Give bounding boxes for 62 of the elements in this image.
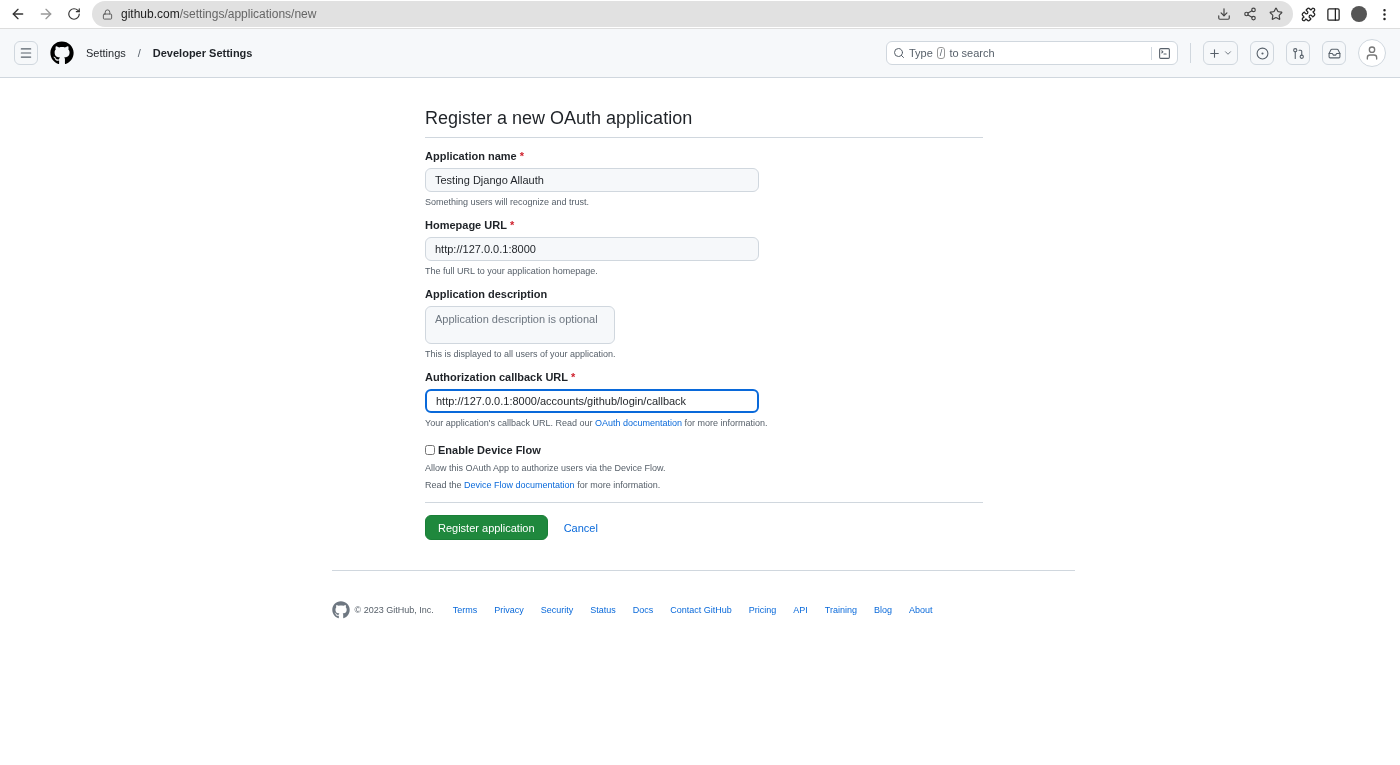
pull-request-icon <box>1291 46 1305 60</box>
profile-avatar[interactable] <box>1351 6 1367 22</box>
create-button[interactable] <box>1203 41 1238 65</box>
field-label: Application description <box>425 288 549 300</box>
footer-link[interactable]: Status <box>590 605 616 615</box>
puzzle-icon[interactable] <box>1301 6 1316 22</box>
footer-link[interactable]: Docs <box>632 605 654 615</box>
breadcrumb-separator: / <box>137 47 141 59</box>
page-title: Register a new OAuth application <box>425 108 983 138</box>
search-field[interactable]: Type / to search <box>886 41 1178 65</box>
side-panel-icon[interactable] <box>1326 6 1341 22</box>
circle-dot-icon <box>1255 46 1269 60</box>
field-hint: The full URL to your application homepage. <box>425 266 599 276</box>
logo-icon[interactable] <box>50 41 74 65</box>
address-bar[interactable]: github.com/settings/applications/new <box>92 1 1293 27</box>
menu-button[interactable] <box>14 41 38 65</box>
field-label: Application name * <box>425 150 525 162</box>
breadcrumb-link[interactable]: Developer Settings <box>152 47 253 59</box>
device-flow-checkbox[interactable] <box>425 445 435 455</box>
copyright-text: © 2023 GitHub, Inc. <box>354 605 434 615</box>
footer-link[interactable]: Contact GitHub <box>670 605 732 615</box>
lock-icon <box>102 8 113 20</box>
footer-link[interactable]: Security <box>540 605 574 615</box>
footer-link[interactable]: Terms <box>452 605 478 615</box>
footer-link[interactable]: Privacy <box>494 605 524 615</box>
field-hint: Something users will recognize and trust. <box>425 197 591 207</box>
help-text: Allow this OAuth App to authorize users via the Device Flow. <box>425 463 667 473</box>
documentation-link[interactable]: OAuth documentation <box>595 418 683 428</box>
footer-link[interactable]: Training <box>824 605 857 615</box>
text-field[interactable]: http://127.0.0.1:8000 <box>425 237 759 261</box>
footer-link[interactable]: Blog <box>874 605 892 615</box>
breadcrumb-link[interactable]: Settings <box>86 47 126 59</box>
field-hint: This is displayed to all users of your application. <box>425 349 617 359</box>
field-label: Authorization callback URL * <box>425 371 577 383</box>
menu-icon <box>19 46 33 60</box>
footer-link[interactable]: API <box>793 605 808 615</box>
logo-icon <box>331 601 350 619</box>
search-icon <box>893 47 905 59</box>
documentation-link[interactable]: Device Flow documentation <box>464 480 575 490</box>
description-field[interactable]: Application description is optional <box>425 306 615 344</box>
caret-icon <box>1223 48 1233 58</box>
checkbox-label[interactable]: Enable Device Flow <box>438 444 541 456</box>
text-field[interactable]: http://127.0.0.1:8000/accounts/github/login/callback <box>425 389 759 413</box>
star-icon[interactable] <box>1269 7 1283 21</box>
inbox-icon <box>1327 46 1341 60</box>
footer-link[interactable]: Pricing <box>748 605 777 615</box>
help-text: Read the Device Flow documentation for more information. <box>425 480 662 490</box>
pull-requests-button[interactable] <box>1286 41 1310 65</box>
inbox-button[interactable] <box>1322 41 1346 65</box>
user-avatar[interactable] <box>1358 39 1386 67</box>
terminal-icon[interactable] <box>1158 46 1171 60</box>
text-field[interactable]: Testing Django Allauth <box>425 168 759 192</box>
download-icon[interactable] <box>1217 7 1231 21</box>
share-icon[interactable] <box>1243 7 1257 21</box>
plus-icon <box>1208 46 1221 60</box>
cancel-link[interactable]: Cancel <box>563 521 598 534</box>
issues-button[interactable] <box>1250 41 1274 65</box>
person-icon <box>1364 45 1380 61</box>
field-label: Homepage URL * <box>425 219 516 231</box>
footer-link[interactable]: About <box>909 605 933 615</box>
register-button[interactable]: Register application <box>425 515 548 540</box>
field-hint: Your application's callback URL. Read our OAuth documentation for more information. <box>425 418 769 428</box>
